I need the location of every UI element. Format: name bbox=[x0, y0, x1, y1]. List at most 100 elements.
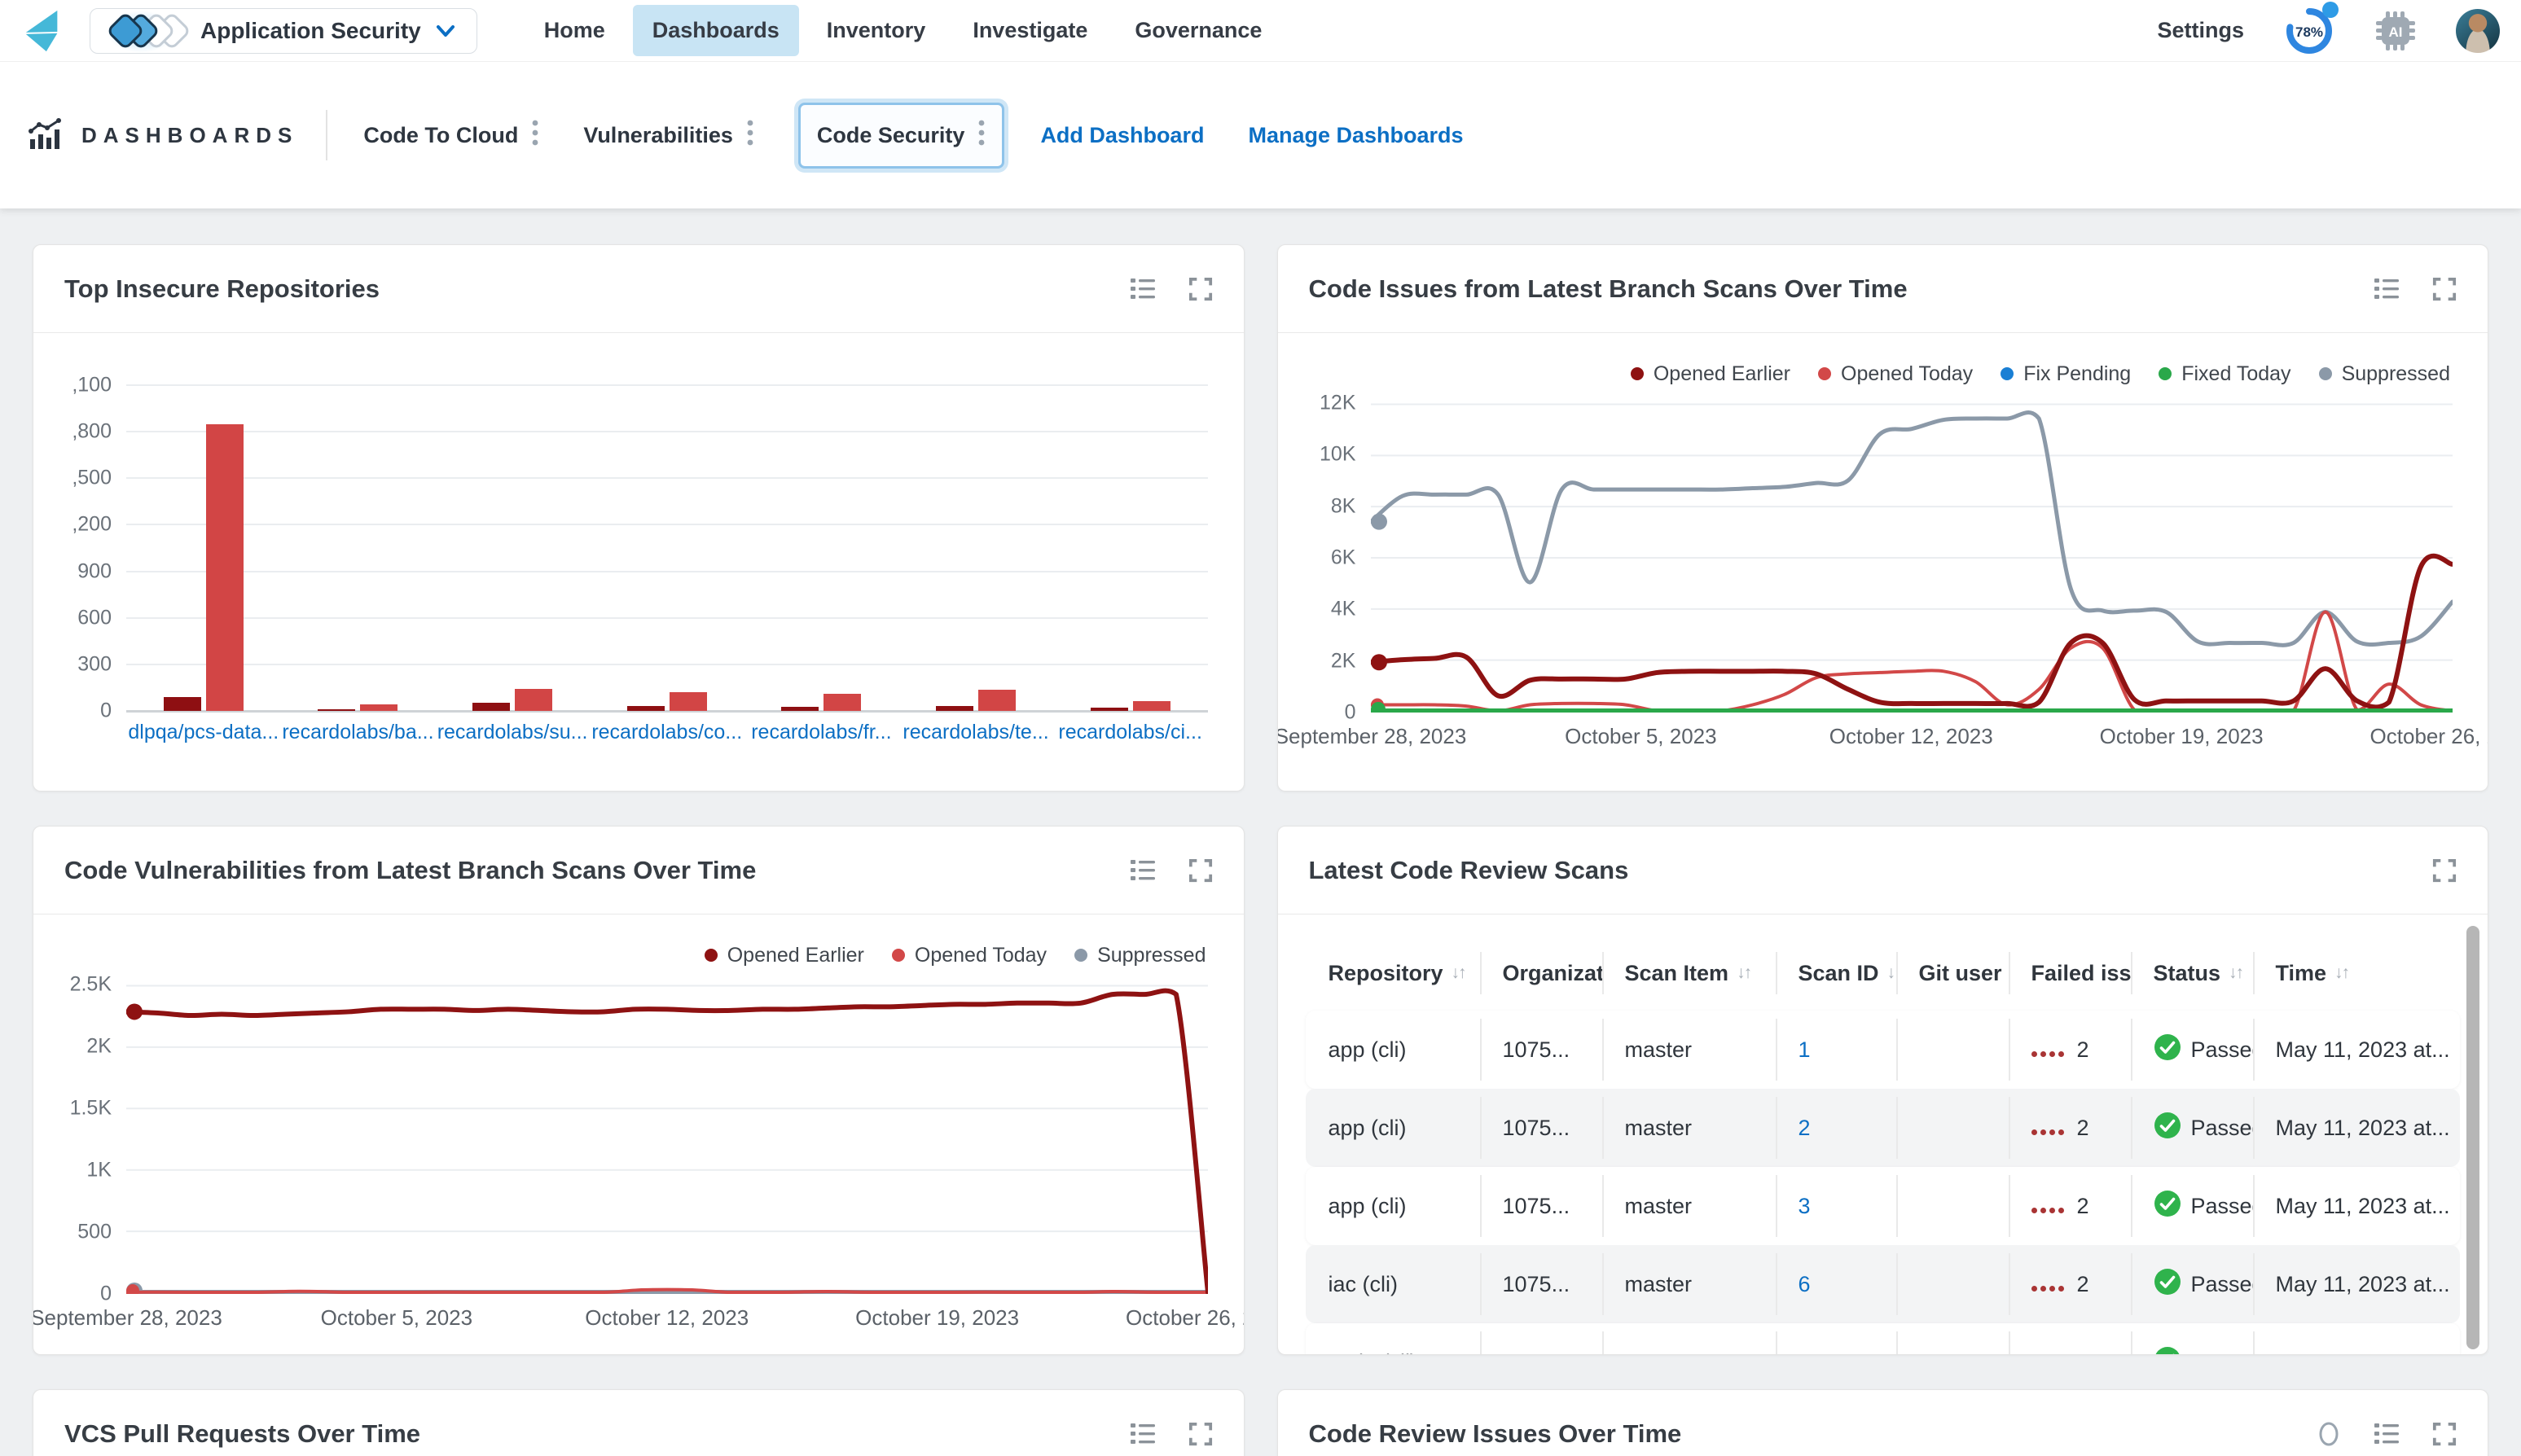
scan-id-link[interactable]: 6 bbox=[1799, 1272, 1811, 1297]
ai-chip-icon[interactable]: AI bbox=[2374, 10, 2417, 52]
prisma-logo-icon[interactable] bbox=[21, 6, 65, 56]
expand-icon[interactable] bbox=[1188, 1422, 1213, 1446]
list-view-icon[interactable] bbox=[2374, 277, 2400, 301]
list-view-icon[interactable] bbox=[1130, 277, 1156, 301]
sort-arrows-icon[interactable]: ↓↑ bbox=[1452, 963, 1465, 983]
bar-category-label[interactable]: recardolabs/ci... bbox=[1053, 721, 1208, 744]
kebab-menu-icon[interactable] bbox=[531, 118, 539, 153]
bar-category-label[interactable]: recardolabs/co... bbox=[590, 721, 744, 744]
column-header-repository[interactable]: Repository ↓↑ bbox=[1306, 947, 1480, 999]
expand-icon[interactable] bbox=[2432, 1422, 2457, 1446]
kebab-menu-icon[interactable] bbox=[977, 118, 986, 153]
expand-icon[interactable] bbox=[1188, 858, 1213, 883]
dashboards-title: DASHBOARDS bbox=[81, 123, 298, 148]
column-header-label: Repository bbox=[1329, 961, 1443, 986]
table-row[interactable]: app (cli)1075...master12PassedMay 11, 20… bbox=[1306, 1011, 2461, 1089]
nav-item-inventory[interactable]: Inventory bbox=[807, 5, 946, 56]
sort-arrows-icon[interactable]: ↓↑ bbox=[2334, 963, 2348, 983]
passed-check-icon bbox=[2154, 1112, 2181, 1145]
nav-item-investigate[interactable]: Investigate bbox=[953, 5, 1107, 56]
expand-icon[interactable] bbox=[1188, 277, 1213, 301]
table-row[interactable]: iac (cli)1075...master62PassedMay 11, 20… bbox=[1306, 1245, 2461, 1323]
table-row[interactable]: app (cli)1075...master22PassedMay 11, 20… bbox=[1306, 1089, 2461, 1167]
bar bbox=[936, 706, 973, 711]
y-axis-tick: 900 bbox=[77, 559, 112, 583]
bar-category-label[interactable]: recardolabs/ba... bbox=[281, 721, 436, 744]
column-header-scan-id[interactable]: Scan ID↓↑ bbox=[1776, 947, 1896, 999]
legend-item[interactable]: Fixed Today bbox=[2159, 362, 2290, 386]
progress-ring-badge[interactable]: 78% bbox=[2283, 5, 2335, 57]
x-axis-category-labels: dlpqa/pcs-data...recardolabs/ba...recard… bbox=[126, 721, 1208, 744]
nav-item-governance[interactable]: Governance bbox=[1115, 5, 1281, 56]
y-axis-tick: 4K bbox=[1331, 598, 1356, 621]
add-dashboard-link[interactable]: Add Dashboard bbox=[1040, 123, 1204, 148]
sort-arrows-icon[interactable]: ↓↑ bbox=[1887, 963, 1896, 983]
cell-time: May 11, 2023 at... bbox=[2253, 1089, 2461, 1167]
bar bbox=[164, 697, 201, 711]
table-row[interactable]: code (cli)1075...master110PassedMay 12, … bbox=[1306, 1323, 2461, 1355]
cell-scan-id: 1 bbox=[1776, 1011, 1896, 1089]
scan-id-link[interactable]: 2 bbox=[1799, 1116, 1811, 1141]
y-axis-tick: ,800 bbox=[72, 420, 112, 444]
user-avatar[interactable] bbox=[2456, 9, 2500, 53]
y-axis-tick: 500 bbox=[77, 1221, 112, 1244]
y-axis-tick: 8K bbox=[1331, 494, 1356, 518]
panel-code-review-issues: Code Review Issues Over Time bbox=[1277, 1389, 2489, 1456]
legend-label: Opened Earlier bbox=[1654, 362, 1790, 386]
legend-item[interactable]: Suppressed bbox=[1074, 944, 1206, 967]
expand-icon[interactable] bbox=[2432, 277, 2457, 301]
bar-chart-top-insecure-repositories: ,100,800,500,2009006003000 dlpqa/pcs-dat… bbox=[33, 385, 1244, 744]
y-axis-tick: 0 bbox=[100, 1283, 112, 1306]
column-header-git-user[interactable]: Git user↓↑ bbox=[1896, 947, 2009, 999]
column-header-time[interactable]: Time↓↑ bbox=[2253, 947, 2461, 999]
dashboard-tab-code-security[interactable]: Code Security bbox=[798, 103, 1005, 169]
cell-status: Passed bbox=[2131, 1323, 2253, 1355]
kebab-menu-icon[interactable] bbox=[746, 118, 754, 153]
bar-group bbox=[1053, 385, 1208, 711]
expand-icon[interactable] bbox=[2432, 858, 2457, 883]
code-review-scans-table: Repository ↓↑ OrganizatScan Item↓↑Scan ID↓… bbox=[1278, 914, 2488, 1355]
legend-item[interactable]: Opened Today bbox=[1818, 362, 1973, 386]
settings-button[interactable]: Settings bbox=[2157, 18, 2244, 43]
bar-category-label[interactable]: recardolabs/te... bbox=[898, 721, 1053, 744]
list-view-icon[interactable] bbox=[1130, 858, 1156, 883]
bar-category-label[interactable]: dlpqa/pcs-data... bbox=[126, 721, 281, 744]
cell-scan-item: master bbox=[1602, 1011, 1776, 1089]
bar-category-label[interactable]: recardolabs/su... bbox=[435, 721, 590, 744]
legend-item[interactable]: Fix Pending bbox=[2001, 362, 2131, 386]
y-axis-tick: 6K bbox=[1331, 546, 1356, 570]
nav-item-dashboards[interactable]: Dashboards bbox=[633, 5, 799, 56]
sort-arrows-icon[interactable]: ↓↑ bbox=[2229, 963, 2242, 983]
sort-arrows-icon[interactable]: ↓↑ bbox=[1737, 963, 1750, 983]
legend-item[interactable]: Suppressed bbox=[2319, 362, 2450, 386]
app-switcher-dropdown[interactable]: Application Security bbox=[90, 8, 477, 54]
legend-item[interactable]: Opened Today bbox=[892, 944, 1047, 967]
bar-group bbox=[281, 385, 436, 711]
column-header-scan-item[interactable]: Scan Item↓↑ bbox=[1602, 947, 1776, 999]
cell-status: Passed bbox=[2131, 1089, 2253, 1167]
legend-item[interactable]: Opened Earlier bbox=[705, 944, 864, 967]
legend-item[interactable]: Opened Earlier bbox=[1631, 362, 1790, 386]
list-view-icon[interactable] bbox=[2374, 1422, 2400, 1446]
scan-id-link[interactable]: 1 bbox=[1799, 1037, 1811, 1063]
column-header-organizat[interactable]: Organizat bbox=[1480, 947, 1602, 999]
cell-git-user bbox=[1896, 1089, 2009, 1167]
column-header-status[interactable]: Status↓↑ bbox=[2131, 947, 2253, 999]
table-scrollbar[interactable] bbox=[2466, 926, 2479, 1349]
nav-item-home[interactable]: Home bbox=[525, 5, 625, 56]
column-header-failed-issu[interactable]: Failed issu bbox=[2009, 947, 2131, 999]
table-row[interactable]: app (cli)1075...master32PassedMay 11, 20… bbox=[1306, 1167, 2461, 1245]
legend-dot-icon bbox=[705, 949, 718, 962]
scan-id-link[interactable]: 3 bbox=[1799, 1194, 1811, 1219]
y-axis-tick: 600 bbox=[77, 606, 112, 629]
bar bbox=[781, 707, 819, 711]
bar-category-label[interactable]: recardolabs/fr... bbox=[744, 721, 899, 744]
manage-dashboards-link[interactable]: Manage Dashboards bbox=[1248, 123, 1463, 148]
legend-dot-icon bbox=[2159, 367, 2172, 380]
bar-group bbox=[898, 385, 1053, 711]
scan-id-link[interactable]: 1 bbox=[1799, 1350, 1811, 1356]
dashboard-tab-vulnerabilities[interactable]: Vulnerabilities bbox=[583, 118, 754, 153]
list-view-icon[interactable] bbox=[1130, 1422, 1156, 1446]
dashboard-tab-code-to-cloud[interactable]: Code To Cloud bbox=[363, 118, 539, 153]
chevron-down-icon bbox=[436, 24, 455, 38]
